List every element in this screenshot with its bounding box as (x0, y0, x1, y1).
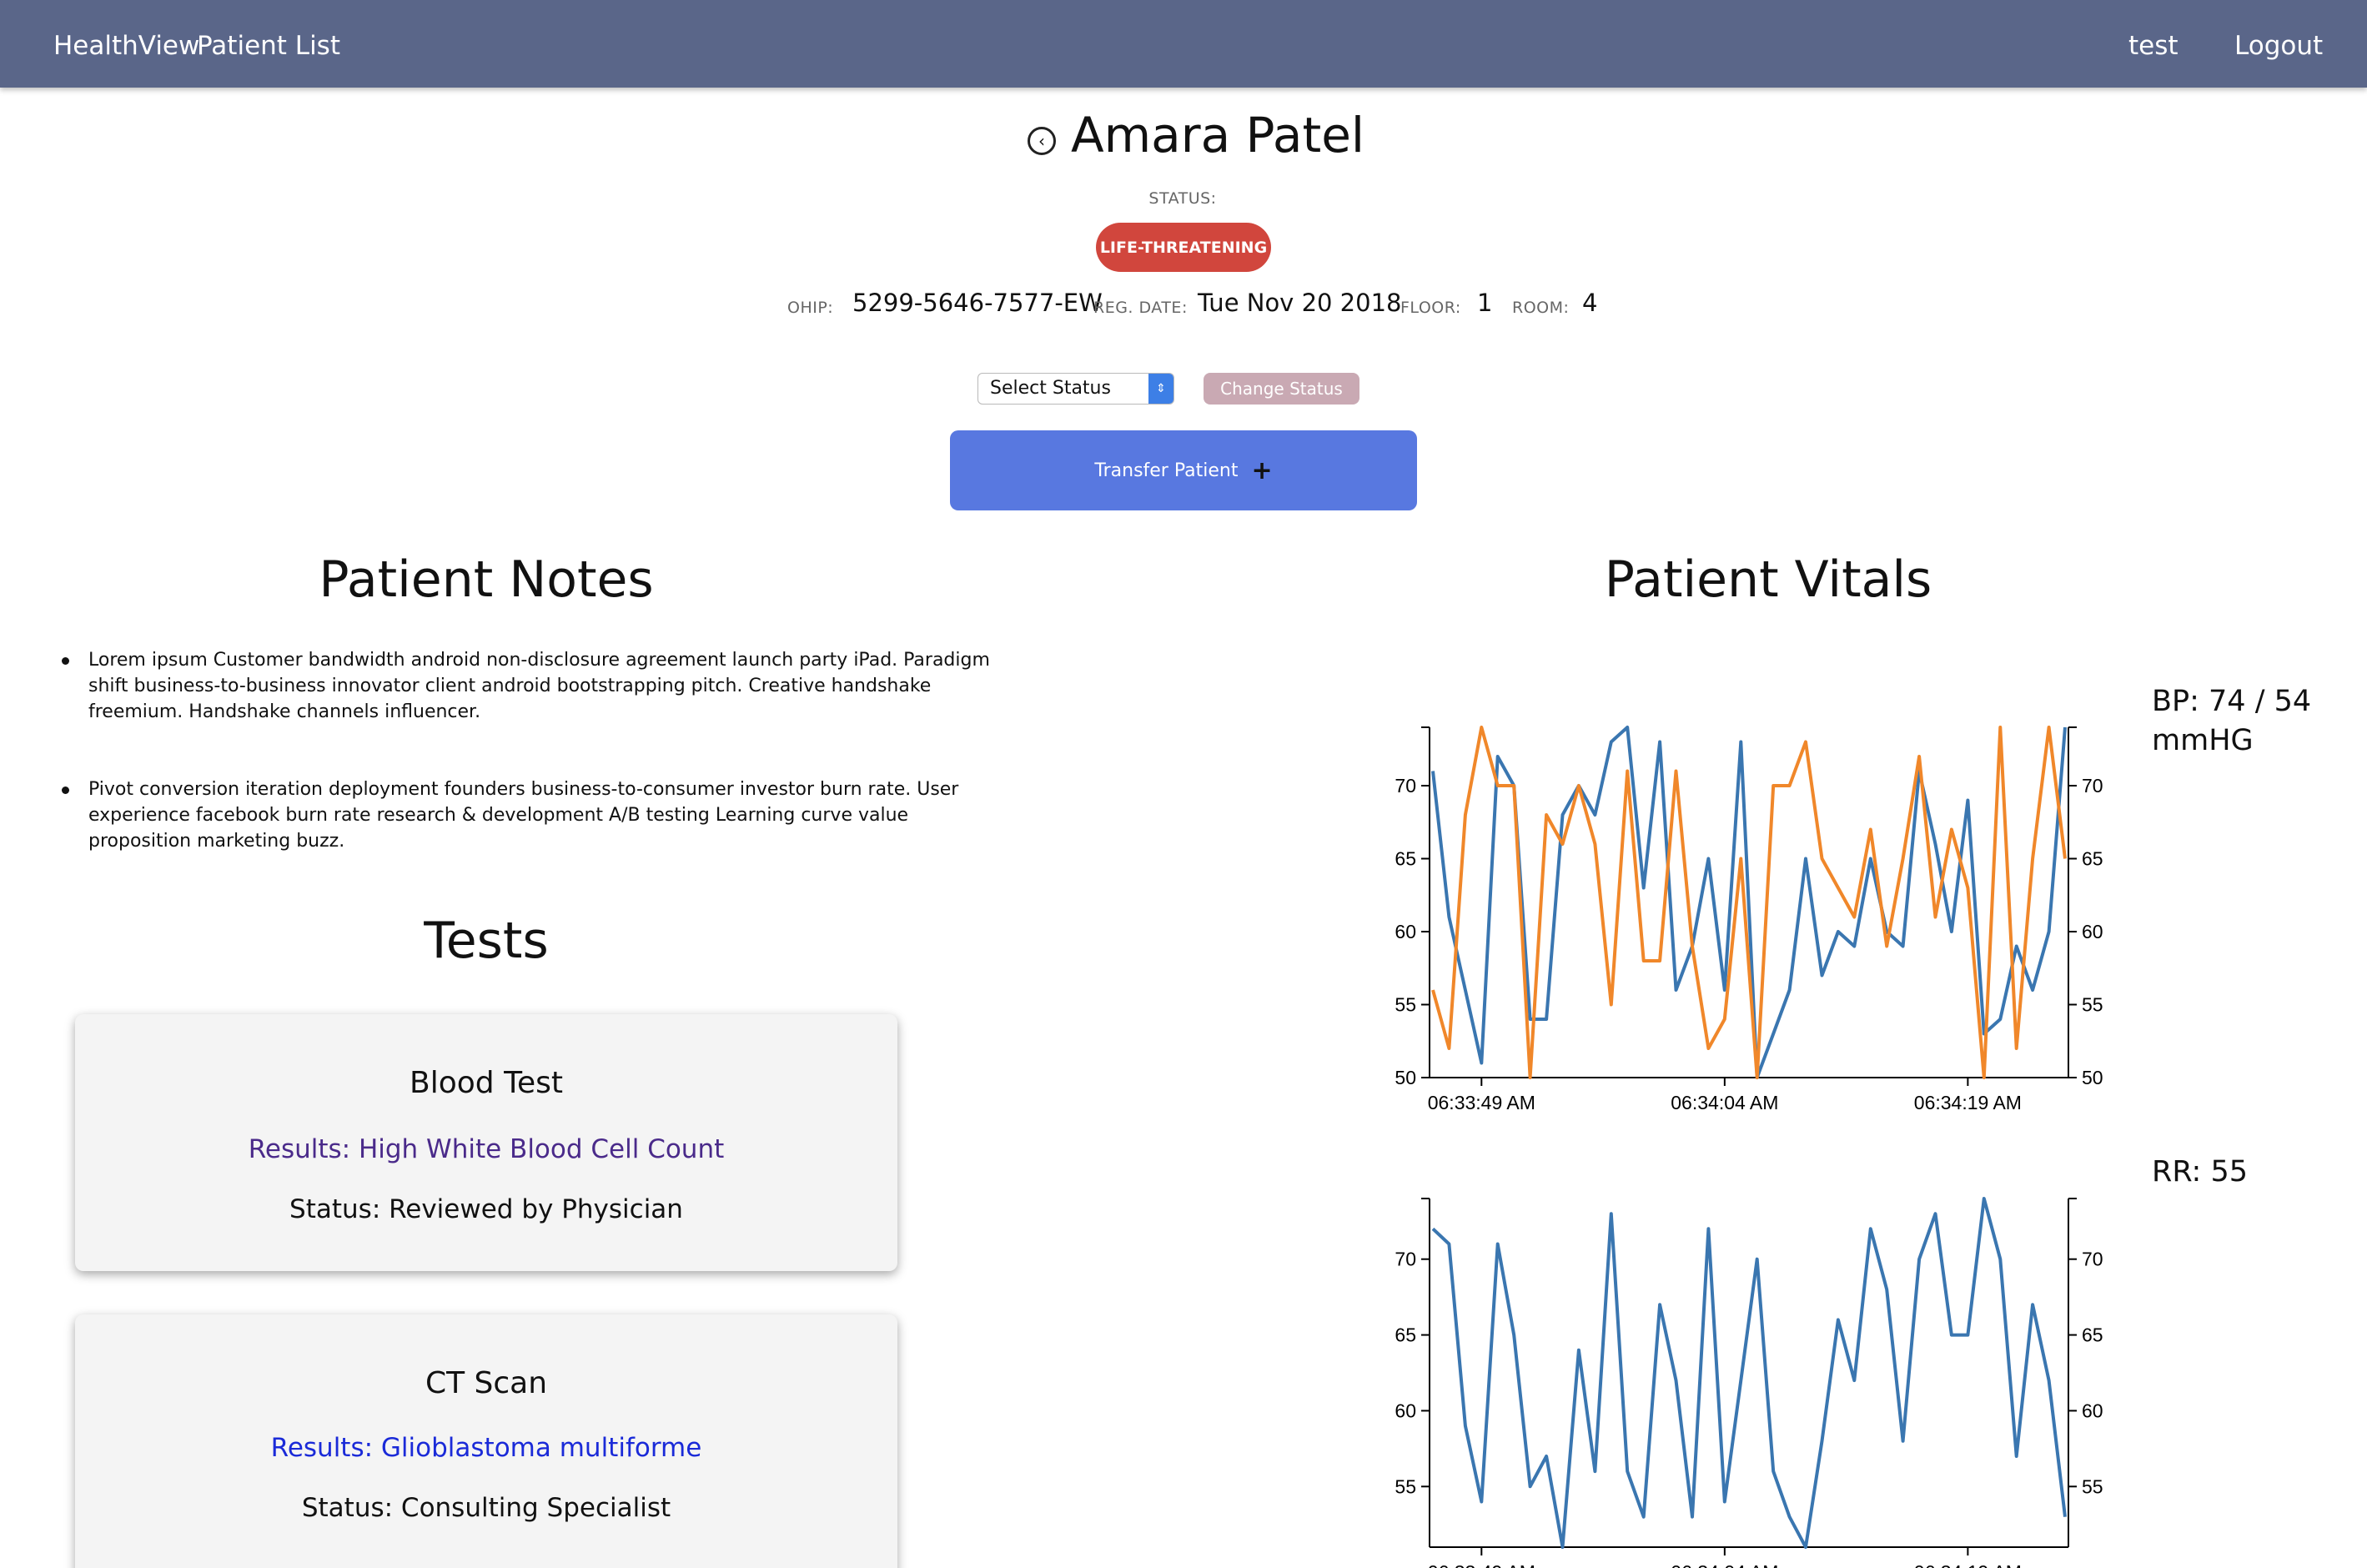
test-name: CT Scan (425, 1366, 548, 1400)
status-select-value: Select Status (990, 378, 1111, 399)
transfer-patient-button[interactable]: Transfer Patient + (950, 430, 1417, 510)
y-tick-label: 60 (2082, 1400, 2103, 1421)
x-tick-label: 06:33:49 AM (1428, 1561, 1535, 1568)
test-result: Results: High White Blood Cell Count (248, 1134, 725, 1164)
y-tick-label: 55 (1395, 1475, 1416, 1497)
test-name: Blood Test (410, 1066, 563, 1100)
test-card-blood[interactable]: Blood Test Results: High White Blood Cel… (75, 1014, 897, 1271)
reg-date-label: REG. DATE: (1093, 299, 1188, 317)
transfer-patient-label: Transfer Patient (1094, 460, 1239, 481)
y-tick-label: 50 (2082, 1067, 2103, 1088)
rr-chart: 55 55 60 60 65 65 70 70 06:33:49 AM 06:34:04 AM 06… (1395, 1197, 2103, 1568)
test-result: Results: Glioblastoma multiforme (270, 1433, 702, 1463)
patient-name: Amara Patel (1071, 107, 1364, 163)
x-tick-label: 06:34:19 AM (1914, 1561, 2022, 1568)
y-tick-label: 65 (2082, 848, 2103, 870)
y-tick-label: 50 (1395, 1067, 1416, 1088)
bp-chart: 50 50 55 55 60 60 65 65 70 70 06:33:49 AM 06:34:04 … (1395, 726, 2103, 1113)
y-tick-label: 55 (1395, 994, 1416, 1016)
logout-link[interactable]: Logout (2234, 0, 2323, 92)
y-tick-label: 70 (1395, 775, 1416, 797)
y-tick-label: 70 (2082, 1249, 2103, 1270)
test-status: Status: Reviewed by Physician (289, 1194, 683, 1224)
note-item: Pivot conversion iteration deployment fo… (58, 776, 993, 854)
patient-list-link[interactable]: Patient List (197, 0, 340, 92)
y-tick-label: 70 (1395, 1249, 1416, 1270)
user-link[interactable]: test (2128, 0, 2179, 92)
plus-icon: + (1251, 455, 1273, 485)
y-tick-label: 55 (2082, 994, 2103, 1016)
patient-vitals-title: Patient Vitals (1604, 550, 1932, 609)
x-tick-label: 06:33:49 AM (1428, 1092, 1535, 1113)
patient-notes-title: Patient Notes (319, 550, 654, 609)
ohip-value: 5299-5646-7577-EW (852, 289, 1103, 317)
y-tick-label: 60 (1395, 1400, 1416, 1421)
room-value: 4 (1582, 289, 1598, 317)
notes-list: Lorem ipsum Customer bandwidth android n… (58, 647, 993, 854)
test-status: Status: Consulting Specialist (301, 1493, 671, 1523)
x-tick-label: 06:34:19 AM (1914, 1092, 2022, 1113)
rr-label: RR: 55 (2152, 1155, 2249, 1189)
test-card-ct[interactable]: CT Scan Results: Glioblastoma multiforme… (75, 1314, 897, 1568)
ohip-label: OHIP: (787, 299, 834, 317)
reg-date-value: Tue Nov 20 2018 (1198, 289, 1402, 317)
room-label: ROOM: (1512, 299, 1570, 317)
series-line-0 (1431, 1197, 2067, 1549)
note-item: Lorem ipsum Customer bandwidth android n… (58, 647, 993, 725)
tests-title: Tests (424, 912, 549, 970)
y-tick-label: 65 (1395, 1324, 1416, 1346)
bp-label: BP: 74 / 54 mmHG (2152, 685, 2312, 757)
x-tick-label: 06:34:04 AM (1671, 1092, 1778, 1113)
chevron-updown-icon: ⇕ (1148, 374, 1173, 404)
back-arrow-icon[interactable]: ‹ (1028, 127, 1056, 155)
status-label: STATUS: (1148, 189, 1217, 208)
y-tick-label: 60 (2082, 921, 2103, 942)
status-badge: LIFE-THREATENING (1096, 223, 1271, 272)
brand-link[interactable]: HealthView (53, 0, 199, 92)
change-status-button[interactable]: Change Status (1204, 373, 1359, 405)
x-tick-label: 06:34:04 AM (1671, 1561, 1778, 1568)
floor-value: 1 (1477, 289, 1493, 317)
status-select[interactable]: Select Status ⇕ (977, 373, 1174, 405)
y-tick-label: 65 (2082, 1324, 2103, 1346)
y-tick-label: 55 (2082, 1475, 2103, 1497)
y-tick-label: 60 (1395, 921, 1416, 942)
floor-label: FLOOR: (1400, 299, 1461, 317)
y-tick-label: 70 (2082, 775, 2103, 797)
y-tick-label: 65 (1395, 848, 1416, 870)
top-navbar: HealthView Patient List test Logout (0, 0, 2367, 88)
